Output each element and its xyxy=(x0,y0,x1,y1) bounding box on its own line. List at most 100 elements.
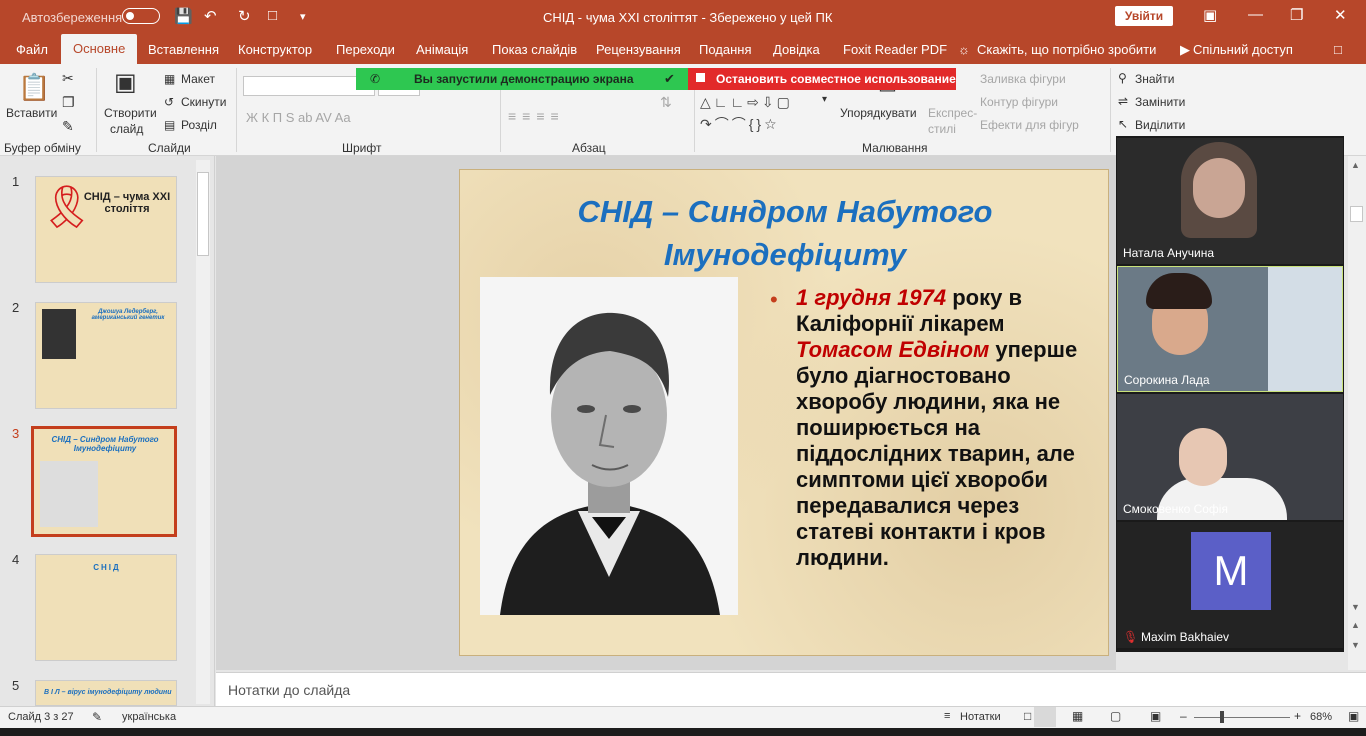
text-direction-icon[interactable]: ⇅ xyxy=(660,94,672,111)
tab-slideshow[interactable]: Показ слайдів xyxy=(492,42,577,57)
participant-tile-1[interactable]: Натала Анучина xyxy=(1117,138,1343,264)
slide-thumbnail-1[interactable]: 🎗 СНІД – чума XXI століття xyxy=(35,176,177,283)
portrait-illustration xyxy=(480,277,738,615)
tab-foxit[interactable]: Foxit Reader PDF xyxy=(843,42,947,57)
new-slide-label-1[interactable]: Створити xyxy=(104,106,157,120)
zoom-in-icon[interactable]: + xyxy=(1294,709,1301,723)
shape-fill-button[interactable]: Заливка фігури xyxy=(980,72,1066,86)
reading-view-icon[interactable]: ▢ xyxy=(1110,709,1121,723)
participant-name: Смоковенко Софія xyxy=(1123,502,1228,516)
slide-thumbnail-2[interactable]: Джошуа Ледерберг, американський генетик xyxy=(35,302,177,409)
start-slideshow-icon[interactable]: □ xyxy=(268,7,277,24)
scrollbar-thumb[interactable] xyxy=(197,172,209,256)
tab-insert[interactable]: Вставлення xyxy=(148,42,219,57)
slide-body-text[interactable]: 1 грудня 1974 року в Каліфорнії лікарем … xyxy=(796,285,1096,571)
participant-tile-3[interactable]: Смоковенко Софія xyxy=(1117,394,1343,520)
thumbnail-title: СНІД xyxy=(93,563,121,572)
clipboard-icon[interactable]: 📋 xyxy=(18,72,50,103)
quick-styles-label-2[interactable]: стилі xyxy=(928,122,956,136)
scroll-up-icon[interactable]: ▲ xyxy=(1351,160,1360,170)
autosave-toggle[interactable] xyxy=(122,8,160,24)
shapes-gallery[interactable]: △∟∟⇨⇩▢ ↷⌒⌒{}☆ xyxy=(700,91,830,135)
shape-outline-button[interactable]: Контур фігури xyxy=(980,95,1058,109)
cut-icon[interactable]: ✂ xyxy=(62,70,74,87)
layout-button[interactable]: Макет xyxy=(181,72,215,86)
tab-animations[interactable]: Анімація xyxy=(416,42,468,57)
phone-icon: ✆ xyxy=(370,72,381,86)
quick-styles-label-1[interactable]: Експрес- xyxy=(928,106,977,120)
sign-in-button[interactable]: Увійти xyxy=(1115,6,1173,26)
scroll-down-icon[interactable]: ▼ xyxy=(1351,602,1360,612)
participant-tile-2[interactable]: Сорокина Лада xyxy=(1117,266,1343,392)
slide-sorter-icon[interactable]: ▦ xyxy=(1072,709,1083,723)
section-button[interactable]: Розділ xyxy=(181,118,217,132)
alignment-buttons[interactable]: ≡≡≡≡ xyxy=(508,108,565,124)
normal-view-icon[interactable] xyxy=(1034,707,1056,727)
paste-button[interactable]: Вставити xyxy=(6,106,57,120)
zoom-slider-handle[interactable] xyxy=(1220,711,1224,723)
participant-tile-4[interactable]: M 🎙 Maxim Bakhaiev xyxy=(1117,522,1343,648)
tab-home[interactable]: Основне xyxy=(61,34,138,64)
slideshow-view-icon[interactable]: ▣ xyxy=(1150,709,1161,723)
arrange-button[interactable]: Упорядкувати xyxy=(840,106,917,120)
slide-thumbnail-4[interactable]: СНІД xyxy=(35,554,177,661)
title-bar: Автозбереження 💾 ↶ ↻ □ ▾ СНІД - чума XXI… xyxy=(0,0,1366,34)
reset-button[interactable]: Скинути xyxy=(181,95,226,109)
redo-icon[interactable]: ↻ xyxy=(238,7,251,25)
select-icon: ↖ xyxy=(1118,117,1129,131)
format-painter-icon[interactable]: ✎ xyxy=(62,118,74,135)
slide-thumbnail-3[interactable]: СНІД – Синдром Набутого Імунодефіциту xyxy=(31,426,177,537)
scrollbar-thumb[interactable] xyxy=(1350,206,1363,222)
taskbar xyxy=(0,728,1366,736)
tab-view[interactable]: Подання xyxy=(699,42,752,57)
zoom-level[interactable]: 68% xyxy=(1310,711,1332,723)
tab-review[interactable]: Рецензування xyxy=(596,42,681,57)
shield-icon: ✔ xyxy=(664,71,675,86)
save-icon[interactable]: 💾 xyxy=(174,7,193,25)
share-button[interactable]: Спільний доступ xyxy=(1193,42,1293,57)
tab-design[interactable]: Конструктор xyxy=(238,42,312,57)
select-button[interactable]: Виділити xyxy=(1135,118,1185,132)
shape-effects-button[interactable]: Ефекти для фігур xyxy=(980,118,1079,132)
copy-icon[interactable]: ❐ xyxy=(62,94,75,111)
maximize-icon[interactable]: ❐ xyxy=(1290,6,1303,24)
tab-help[interactable]: Довідка xyxy=(773,42,820,57)
notes-placeholder: Нотатки до слайда xyxy=(228,682,351,698)
shapes-gallery-more-icon[interactable]: ▾ xyxy=(822,94,827,105)
minimize-icon[interactable]: — xyxy=(1248,6,1263,23)
ribbon-display-icon[interactable]: ▣ xyxy=(1203,6,1217,24)
tab-file[interactable]: Файл xyxy=(16,42,48,57)
spellcheck-icon[interactable]: ✎ xyxy=(92,710,102,724)
undo-icon[interactable]: ↶ xyxy=(204,7,217,25)
tell-me-search[interactable]: Скажіть, що потрібно зробити xyxy=(977,42,1156,57)
fit-to-window-icon[interactable]: ▣ xyxy=(1348,709,1359,723)
new-slide-icon[interactable]: ▣ xyxy=(114,68,137,97)
slide-thumbnail-5[interactable]: В І Л – вірус імунодефіциту людини xyxy=(35,680,177,706)
next-slide-icon[interactable]: ▼ xyxy=(1351,640,1360,650)
slide-scrollbar[interactable]: ▲ ▼ ▲ ▼ xyxy=(1348,156,1366,670)
thumbnail-number: 1 xyxy=(12,174,20,189)
slide-title[interactable]: СНІД – Синдром Набутого Імунодефіциту xyxy=(460,190,1108,276)
comments-status-icon[interactable]: □ xyxy=(1024,709,1031,723)
notes-pane[interactable]: Нотатки до слайда xyxy=(216,672,1366,706)
language-label[interactable]: українська xyxy=(122,711,176,723)
current-slide[interactable]: СНІД – Синдром Набутого Імунодефіциту • … xyxy=(459,169,1109,656)
find-button[interactable]: Знайти xyxy=(1135,72,1174,86)
participant-window-light xyxy=(1268,267,1342,391)
participant-avatar: M xyxy=(1191,532,1271,610)
stop-sharing-button[interactable]: Остановить совместное использование xyxy=(688,68,956,90)
close-icon[interactable]: ✕ xyxy=(1334,6,1347,24)
thumbnails-scrollbar[interactable] xyxy=(196,160,210,704)
comments-icon[interactable]: □ xyxy=(1334,42,1342,57)
zoom-out-icon[interactable]: – xyxy=(1180,709,1187,723)
new-slide-label-2[interactable]: слайд xyxy=(110,122,143,136)
zoom-slider[interactable] xyxy=(1194,717,1290,718)
portrait-photo[interactable] xyxy=(480,277,738,615)
customize-toolbar-icon[interactable]: ▾ xyxy=(300,10,306,23)
tab-transitions[interactable]: Переходи xyxy=(336,42,395,57)
notes-toggle-button[interactable]: Нотатки xyxy=(960,711,1001,723)
font-format-buttons[interactable]: Ж К П S ab AV Aa xyxy=(246,110,351,125)
stop-sharing-label: Остановить совместное использование xyxy=(716,72,956,86)
replace-button[interactable]: Замінити xyxy=(1135,95,1185,109)
previous-slide-icon[interactable]: ▲ xyxy=(1351,620,1360,630)
